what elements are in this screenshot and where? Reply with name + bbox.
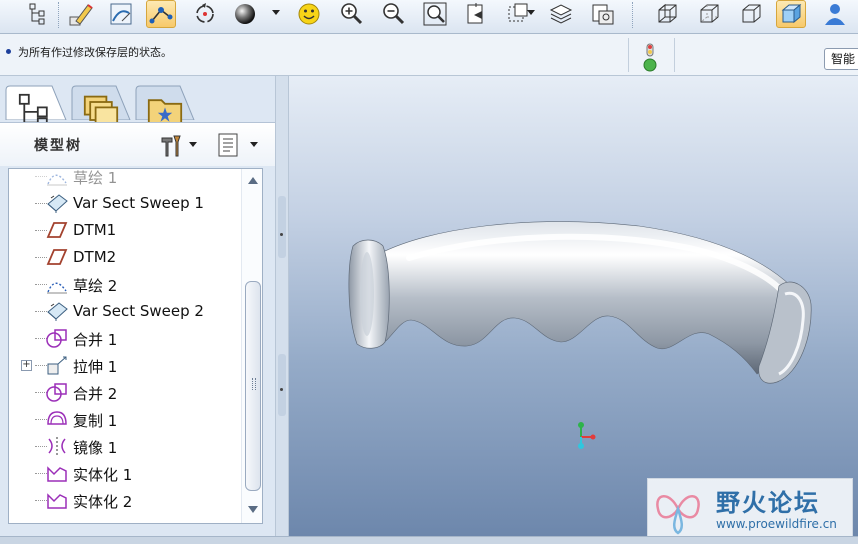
datum-point-icon[interactable]: [146, 0, 176, 28]
tree-item[interactable]: DTM2: [9, 244, 239, 271]
tree-toggle-icon[interactable]: [24, 0, 54, 28]
panel-splitter[interactable]: [275, 76, 289, 536]
graphics-viewport[interactable]: [289, 76, 858, 536]
sketch-feature-icon: [45, 169, 69, 187]
watermark-url: www.proewildfire.cn: [716, 517, 837, 531]
tree-item-label: 镜像 1: [73, 439, 118, 457]
chevron-down-icon[interactable]: [189, 142, 197, 147]
splitter-handle[interactable]: [278, 354, 286, 416]
datum-plane-icon: [45, 246, 69, 268]
mirror-icon: [45, 435, 69, 457]
status-bar: [0, 536, 858, 544]
tree-item-label: 复制 1: [73, 412, 118, 430]
merge-icon: [45, 327, 69, 349]
message-bar: 为所有作过修改保存层的状态。: [0, 34, 858, 76]
tree-item[interactable]: Var Sect Sweep 1: [9, 190, 239, 217]
message-text: 为所有作过修改保存层的状态。: [18, 46, 172, 59]
solidify-icon: [45, 462, 69, 484]
tree-item[interactable]: + 拉伸 1: [9, 352, 239, 379]
smart-filter-dropdown[interactable]: 智能: [824, 48, 858, 70]
message-bullet-icon: [6, 49, 11, 54]
tree-item[interactable]: 实体化 2: [9, 487, 239, 514]
tree-item-label: 合并 1: [73, 331, 118, 349]
tree-item-label: Var Sect Sweep 1: [73, 194, 204, 212]
user-icon[interactable]: [820, 0, 850, 28]
splitter-handle[interactable]: [278, 196, 286, 258]
model-tree-title: 模型树: [34, 138, 82, 154]
scroll-thumb[interactable]: [245, 281, 261, 491]
coordinate-triad-icon: [578, 422, 596, 449]
tree-item[interactable]: 合并 1: [9, 325, 239, 352]
smiley-icon[interactable]: [294, 0, 324, 28]
watermark-title: 野火论坛: [716, 489, 820, 517]
grip-icon: [252, 378, 256, 390]
hidden-line-icon[interactable]: [694, 0, 724, 28]
regen-status-icon[interactable]: [643, 43, 657, 73]
main-toolbar: [0, 0, 858, 34]
expand-plus-icon[interactable]: +: [21, 360, 32, 371]
zoom-in-icon[interactable]: [336, 0, 366, 28]
chevron-down-icon[interactable]: [527, 10, 535, 15]
sketch-icon[interactable]: [106, 0, 136, 28]
datum-plane-icon: [45, 219, 69, 241]
merge-icon: [45, 381, 69, 403]
tree-item[interactable]: 实体化 1: [9, 460, 239, 487]
tree-item-label: 草绘 2: [73, 277, 118, 295]
tree-item[interactable]: 草绘 2: [9, 271, 239, 298]
watermark: 野火论坛 www.proewildfire.cn: [647, 478, 853, 538]
wireframe-icon[interactable]: [652, 0, 682, 28]
solidify-icon: [45, 489, 69, 511]
tree-scrollbar[interactable]: [241, 169, 262, 523]
chevron-down-icon[interactable]: [250, 142, 258, 147]
splitter-dot: [280, 233, 283, 236]
scroll-down-arrow-icon[interactable]: [248, 506, 258, 513]
var-sect-sweep-icon: [45, 300, 69, 322]
zoom-fit-icon[interactable]: [420, 0, 450, 28]
tree-item[interactable]: 复制 1: [9, 406, 239, 433]
tree-item[interactable]: 镜像 1: [9, 433, 239, 460]
scroll-up-arrow-icon[interactable]: [248, 177, 258, 184]
tree-item-label: DTM1: [73, 221, 117, 239]
tree-item-label: 合并 2: [73, 385, 118, 403]
tree-item[interactable]: Var Sect Sweep 2: [9, 298, 239, 325]
divider: [674, 38, 675, 72]
tree-item[interactable]: DTM1: [9, 217, 239, 244]
sketch-feature-icon: [45, 273, 69, 295]
tree-item-label: 拉伸 1: [73, 358, 118, 376]
reorient-icon[interactable]: [462, 0, 492, 28]
forum-logo-icon: [656, 495, 700, 535]
model-tree-tab[interactable]: [4, 84, 68, 129]
splitter-dot: [280, 388, 283, 391]
model-tree: 草绘 1 Var Sect Sweep 1 DTM1 DTM2 草绘 2 Var Sect…: [8, 168, 263, 524]
chevron-down-icon[interactable]: [272, 10, 280, 15]
handle-model[interactable]: [339, 216, 819, 396]
zoom-out-icon[interactable]: [378, 0, 408, 28]
pencil-icon[interactable]: [66, 0, 96, 28]
tree-item[interactable]: 合并 2: [9, 379, 239, 406]
tree-item-label: 实体化 1: [73, 466, 133, 484]
layers-icon[interactable]: [546, 0, 576, 28]
no-hidden-icon[interactable]: [736, 0, 766, 28]
tools-icon[interactable]: [158, 132, 184, 158]
tree-item-label: 实体化 2: [73, 493, 133, 511]
tree-item-label: DTM2: [73, 248, 117, 266]
extrude-icon: [45, 354, 69, 376]
show-settings-icon[interactable]: [216, 132, 242, 158]
var-sect-sweep-icon: [45, 192, 69, 214]
saved-views-icon[interactable]: [588, 0, 618, 28]
tree-item-label: 草绘 1: [73, 169, 118, 187]
tree-item[interactable]: 草绘 1: [9, 169, 239, 190]
copy-icon: [45, 408, 69, 430]
tree-item-label: Var Sect Sweep 2: [73, 302, 204, 320]
divider: [628, 38, 629, 72]
spin-icon[interactable]: [190, 0, 220, 28]
favorites-tab[interactable]: [134, 84, 196, 127]
folder-browser-tab[interactable]: [70, 84, 132, 127]
shade-sphere-icon[interactable]: [230, 0, 260, 28]
shading-icon[interactable]: [776, 0, 806, 28]
